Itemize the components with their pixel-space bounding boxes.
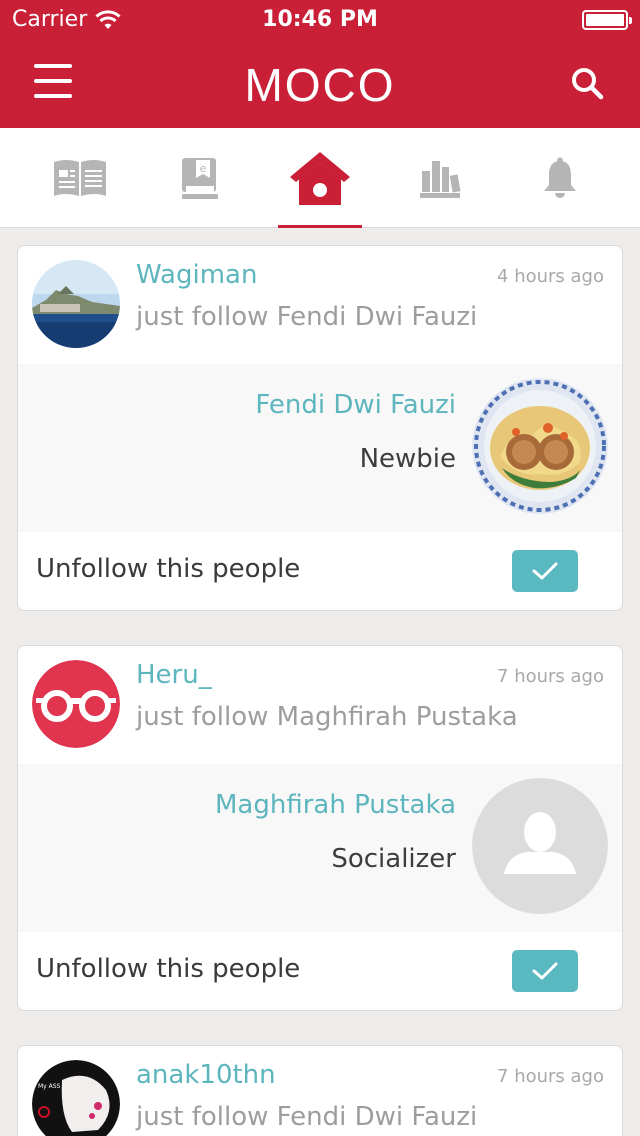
search-icon[interactable]: [570, 66, 604, 100]
tab-home[interactable]: [278, 128, 362, 228]
status-bar: Carrier 10:46 PM: [0, 0, 640, 40]
timestamp: 7 hours ago: [497, 1066, 604, 1087]
avatar[interactable]: [32, 660, 120, 748]
followed-user-panel[interactable]: Fendi Dwi Fauzi Newbie: [18, 364, 622, 532]
unfollow-row: Unfollow this people: [18, 932, 622, 1010]
ebook-icon: e: [182, 158, 218, 199]
activity-text: just follow Fendi Dwi Fauzi: [136, 1102, 478, 1132]
app-header: Carrier 10:46 PM MOCO: [0, 0, 640, 128]
unfollow-label: Unfollow this people: [36, 954, 301, 984]
checkmark-icon: [532, 562, 558, 580]
timestamp: 7 hours ago: [497, 666, 604, 687]
feed-card: Heru_ just follow Maghfirah Pustaka 7 ho…: [17, 645, 623, 1011]
default-user-icon: [472, 778, 608, 914]
followed-user-panel[interactable]: Maghfirah Pustaka Socializer: [18, 764, 622, 932]
feed-card-header: Wagiman just follow Fendi Dwi Fauzi 4 ho…: [18, 246, 622, 364]
followed-user-name[interactable]: Fendi Dwi Fauzi: [255, 390, 456, 420]
feed-card-header: My ASS anak10thn just follow Fendi Dwi F…: [18, 1046, 622, 1136]
username[interactable]: Wagiman: [136, 260, 257, 290]
tab-notifications[interactable]: [518, 128, 602, 228]
tab-bar: e: [0, 128, 640, 228]
battery-icon: [582, 10, 632, 30]
followed-user-avatar[interactable]: [472, 778, 608, 914]
activity-text: just follow Fendi Dwi Fauzi: [136, 302, 478, 332]
status-time: 10:46 PM: [262, 7, 378, 32]
unfollow-row: Unfollow this people: [18, 532, 622, 610]
timestamp: 4 hours ago: [497, 266, 604, 287]
followed-user-avatar[interactable]: [472, 378, 608, 514]
feed-card-header: Heru_ just follow Maghfirah Pustaka 7 ho…: [18, 646, 622, 764]
app-logo: MOCO: [244, 59, 396, 111]
followed-user-name[interactable]: Maghfirah Pustaka: [215, 790, 456, 820]
unfollow-check-button[interactable]: [512, 950, 578, 992]
tab-shelf[interactable]: [398, 128, 482, 228]
nav-bar: MOCO: [0, 40, 640, 128]
username[interactable]: Heru_: [136, 660, 212, 690]
open-book-icon: [54, 160, 106, 196]
feed-card: My ASS anak10thn just follow Fendi Dwi F…: [17, 1045, 623, 1136]
avatar[interactable]: My ASS: [32, 1060, 120, 1136]
unfollow-label: Unfollow this people: [36, 554, 301, 584]
home-icon: [290, 152, 350, 205]
bookshelf-icon: [420, 161, 461, 198]
tab-news[interactable]: [38, 128, 122, 228]
followed-user-level: Socializer: [331, 844, 456, 874]
svg-text:e: e: [200, 162, 207, 175]
avatar[interactable]: [32, 260, 120, 348]
tab-ebooks[interactable]: e: [158, 128, 242, 228]
checkmark-icon: [532, 962, 558, 980]
svg-text:My ASS: My ASS: [38, 1083, 61, 1090]
username[interactable]: anak10thn: [136, 1060, 276, 1090]
followed-user-level: Newbie: [359, 444, 456, 474]
unfollow-check-button[interactable]: [512, 550, 578, 592]
activity-text: just follow Maghfirah Pustaka: [136, 702, 518, 732]
bell-icon: [544, 157, 576, 198]
feed-card: Wagiman just follow Fendi Dwi Fauzi 4 ho…: [17, 245, 623, 611]
